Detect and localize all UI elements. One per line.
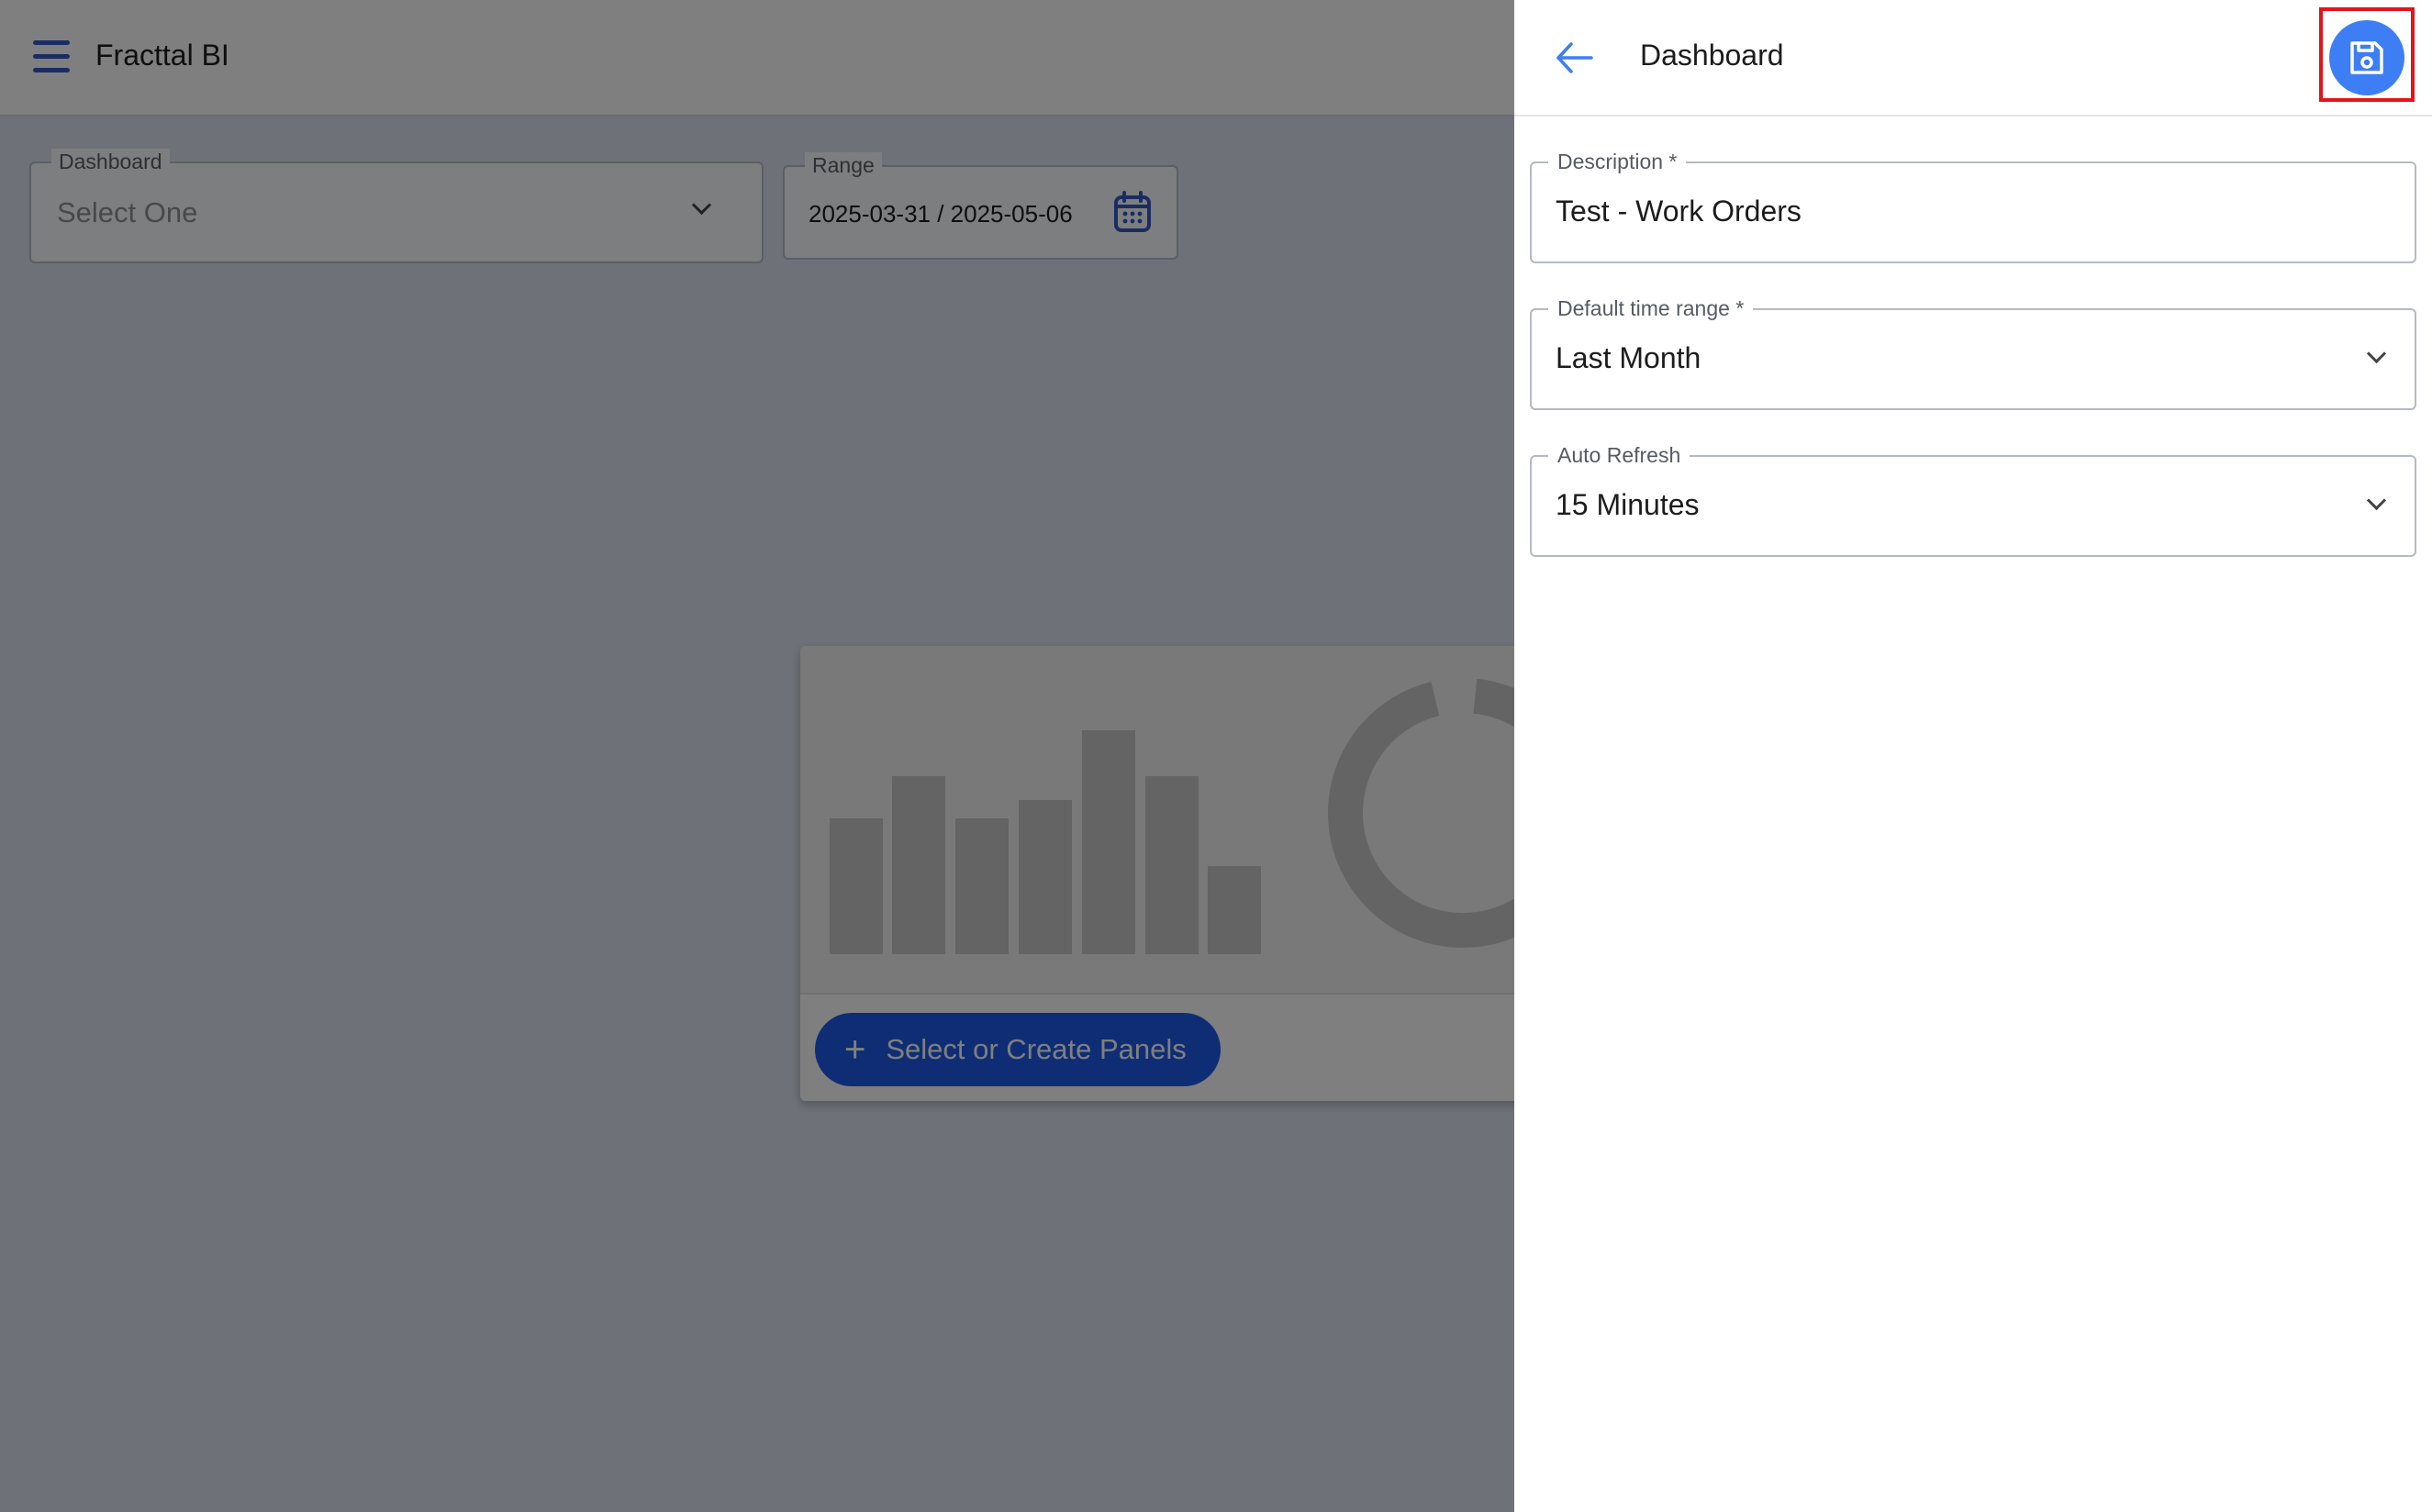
chevron-down-icon [2366,343,2387,364]
description-input[interactable]: Test - Work Orders [1556,195,1802,228]
description-label: Description * [1548,149,1687,174]
auto-refresh-label: Auto Refresh [1548,442,1690,468]
chevron-down-icon [2366,490,2387,511]
dashboard-settings-drawer: Dashboard Description * Test - Work Orde… [1514,0,2432,1512]
default-time-range-value: Last Month [1556,341,1701,374]
description-field[interactable]: Description * Test - Work Orders [1530,149,2416,263]
arrow-left-icon[interactable] [1555,39,1595,77]
auto-refresh-value: 15 Minutes [1556,488,1700,521]
default-time-range-select[interactable]: Default time range * Last Month [1530,295,2416,410]
floppy-disk-icon [2350,41,2383,74]
default-time-range-label: Default time range * [1548,295,1754,321]
drawer-header: Dashboard [1514,0,2432,117]
modal-backdrop[interactable] [0,0,1514,1512]
screen: Fracttal BI Dashboard Select One Range 2… [0,0,2432,1512]
auto-refresh-select[interactable]: Auto Refresh 15 Minutes [1530,442,2416,557]
save-button[interactable] [2329,20,2404,95]
drawer-title: Dashboard [1640,39,1784,72]
